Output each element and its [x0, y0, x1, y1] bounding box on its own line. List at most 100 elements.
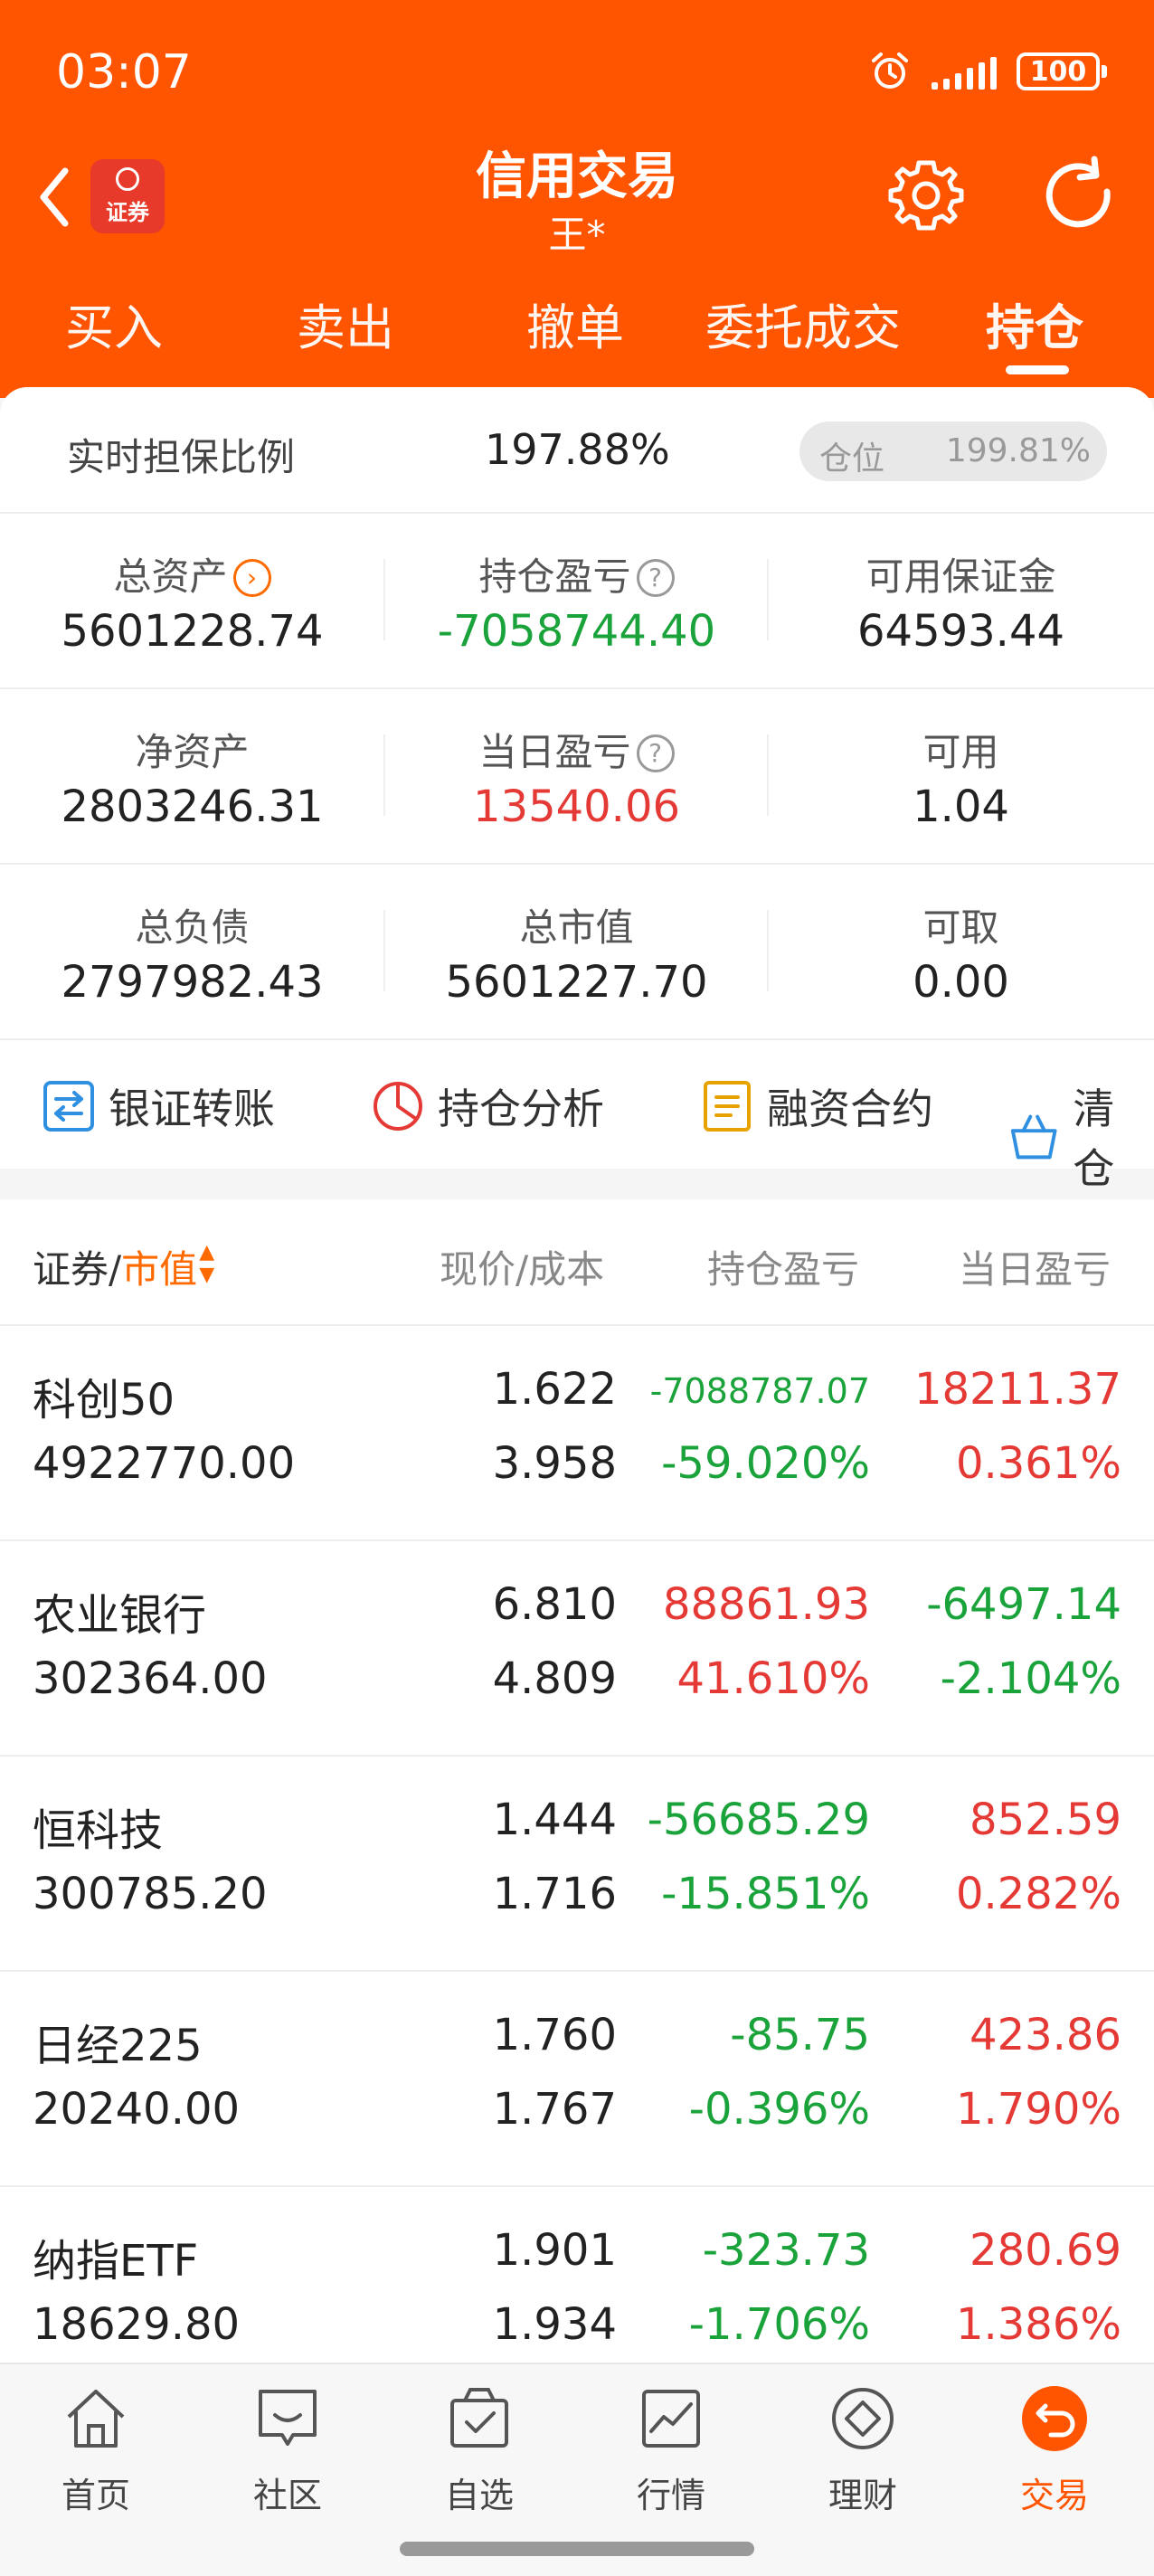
position-ratio-badge: 仓位 199.81% — [799, 421, 1107, 481]
table-row[interactable]: 科创50 4922770.00 1.622 3.958 -7088787.07 … — [0, 1326, 1154, 1541]
metrics-row: 总负债 2797982.43 总市值 5601227.70 可取 0.00 — [0, 865, 1154, 1040]
chart-icon — [642, 2390, 700, 2448]
net-assets-label: 净资产 — [135, 730, 250, 774]
header-slash: / — [109, 1247, 122, 1292]
cost-price: 1.716 — [492, 1869, 617, 1919]
status-time: 03:07 — [56, 45, 192, 99]
total-liabilities-value: 2797982.43 — [61, 957, 324, 1008]
security-name: 科创50 — [33, 1375, 175, 1425]
home-icon — [67, 2390, 125, 2448]
header-pl[interactable]: 持仓盈亏 — [707, 1239, 859, 1294]
bank-transfer-label: 银证转账 — [109, 1084, 275, 1133]
collateral-ratio-row: 实时担保比例 197.88% 仓位 199.81% — [0, 387, 1154, 514]
withdrawable-label: 可取 — [922, 905, 999, 950]
tab-sell[interactable]: 卖出 — [297, 288, 394, 359]
tab-cancel[interactable]: 撤单 — [526, 288, 624, 359]
page-title: 信用交易 — [476, 147, 678, 206]
position-analysis-button[interactable]: 持仓分析 — [371, 1076, 604, 1136]
cost-price: 4.809 — [492, 1653, 617, 1704]
day-pl-pct: 0.361% — [955, 1438, 1121, 1489]
day-pl: 852.59 — [970, 1795, 1121, 1845]
signal-icon — [932, 53, 997, 90]
withdrawable-value: 0.00 — [913, 957, 1009, 1008]
daily-pl-label: 当日盈亏 — [478, 730, 631, 774]
help-icon[interactable]: ? — [636, 559, 675, 597]
settings-button[interactable] — [886, 156, 966, 235]
total-assets-label: 总资产 — [113, 554, 228, 599]
holding-pl-value: -7058744.40 — [437, 606, 716, 657]
total-assets-value: 5601228.74 — [61, 606, 324, 657]
nav-wealth[interactable]: 理财 — [799, 2382, 926, 2517]
holding-pl-cell: 持仓盈亏? -7058744.40 — [384, 514, 769, 689]
day-pl: 18211.37 — [913, 1364, 1121, 1415]
available-label: 可用 — [922, 730, 999, 774]
refresh-button[interactable] — [1040, 156, 1121, 237]
holding-pl: -7088787.07 — [649, 1371, 870, 1411]
help-icon[interactable]: ? — [636, 734, 675, 772]
holding-pl: 88861.93 — [662, 1579, 870, 1630]
bank-transfer-button[interactable]: 银证转账 — [42, 1076, 275, 1136]
market-value: 20240.00 — [33, 2084, 241, 2135]
header-price-cost[interactable]: 现价/成本 — [440, 1239, 604, 1294]
cost-price: 3.958 — [492, 1438, 617, 1489]
nav-trade[interactable]: 交易 — [991, 2382, 1118, 2517]
holding-pl-pct: -0.396% — [688, 2084, 870, 2135]
available-margin-label: 可用保证金 — [866, 554, 1056, 599]
sort-header-security[interactable]: 证券/市值▲ ▼ — [33, 1239, 214, 1294]
day-pl-pct: 1.790% — [955, 2084, 1121, 2135]
home-indicator[interactable] — [400, 2542, 754, 2556]
table-row[interactable]: 日经225 20240.00 1.760 1.767 -85.75 -0.396… — [0, 1972, 1154, 2187]
table-row[interactable]: 纳指ETF 18629.80 1.901 1.934 -323.73 -1.70… — [0, 2187, 1154, 2363]
day-pl-pct: 0.282% — [955, 1869, 1121, 1919]
nav-market[interactable]: 行情 — [608, 2382, 734, 2517]
total-assets-cell[interactable]: 总资产 › 5601228.74 — [0, 514, 384, 689]
current-price: 6.810 — [492, 1579, 617, 1630]
header-security: 证券 — [33, 1247, 109, 1292]
sort-icon: ▲ ▼ — [199, 1241, 215, 1286]
total-market-value-label: 总市值 — [519, 905, 634, 950]
table-header: 证券/市值▲ ▼ 现价/成本 持仓盈亏 当日盈亏 — [0, 1199, 1154, 1326]
nav-community[interactable]: 社区 — [224, 2382, 351, 2517]
holding-pl: -85.75 — [730, 2010, 870, 2060]
security-name: 日经225 — [33, 2021, 203, 2071]
current-price: 1.901 — [492, 2225, 617, 2276]
nav-trade-label: 交易 — [1019, 2476, 1089, 2515]
clear-position-button[interactable]: 清仓 — [1007, 1076, 1154, 1196]
nav-home[interactable]: 首页 — [33, 2382, 159, 2517]
gear-icon — [888, 160, 964, 231]
table-row[interactable]: 恒科技 300785.20 1.444 1.716 -56685.29 -15.… — [0, 1757, 1154, 1972]
nav-wealth-label: 理财 — [828, 2476, 897, 2515]
holding-pl: -56685.29 — [647, 1795, 870, 1845]
header-day-pl[interactable]: 当日盈亏 — [959, 1239, 1111, 1294]
collateral-ratio-value: 197.88% — [485, 425, 670, 474]
holding-pl-pct: 41.610% — [676, 1653, 870, 1704]
security-name: 恒科技 — [33, 1805, 164, 1856]
table-row[interactable]: 农业银行 302364.00 6.810 4.809 88861.93 41.6… — [0, 1541, 1154, 1757]
tab-buy[interactable]: 买入 — [65, 288, 163, 359]
holding-pl-pct: -59.020% — [661, 1438, 870, 1489]
net-assets-cell: 净资产 2803246.31 — [0, 689, 384, 865]
tab-orders[interactable]: 委托成交 — [705, 288, 901, 359]
security-name: 农业银行 — [33, 1590, 207, 1641]
day-pl-pct: -2.104% — [940, 1653, 1121, 1704]
day-pl-pct: 1.386% — [955, 2299, 1121, 2350]
document-icon — [704, 1081, 751, 1132]
total-market-value-cell: 总市值 5601227.70 — [384, 865, 769, 1040]
holding-pl-label: 持仓盈亏 — [478, 554, 631, 599]
current-price: 1.444 — [492, 1795, 617, 1845]
market-value: 300785.20 — [33, 1869, 268, 1919]
chevron-right-circle-icon[interactable]: › — [232, 559, 271, 597]
nav-watchlist[interactable]: 自选 — [416, 2382, 543, 2517]
margin-contract-label: 融资合约 — [767, 1084, 933, 1133]
position-ratio-label: 仓位 — [819, 440, 885, 478]
chat-icon — [259, 2390, 317, 2446]
available-cell: 可用 1.04 — [769, 689, 1153, 865]
tab-positions[interactable]: 持仓 — [986, 288, 1083, 359]
total-liabilities-label: 总负债 — [135, 905, 250, 950]
nav-community-label: 社区 — [252, 2476, 322, 2515]
alarm-icon — [872, 52, 908, 89]
nav-watchlist-label: 自选 — [444, 2476, 514, 2515]
margin-contract-button[interactable]: 融资合约 — [700, 1076, 933, 1136]
cost-price: 1.934 — [492, 2299, 617, 2350]
total-market-value-value: 5601227.70 — [445, 957, 708, 1008]
